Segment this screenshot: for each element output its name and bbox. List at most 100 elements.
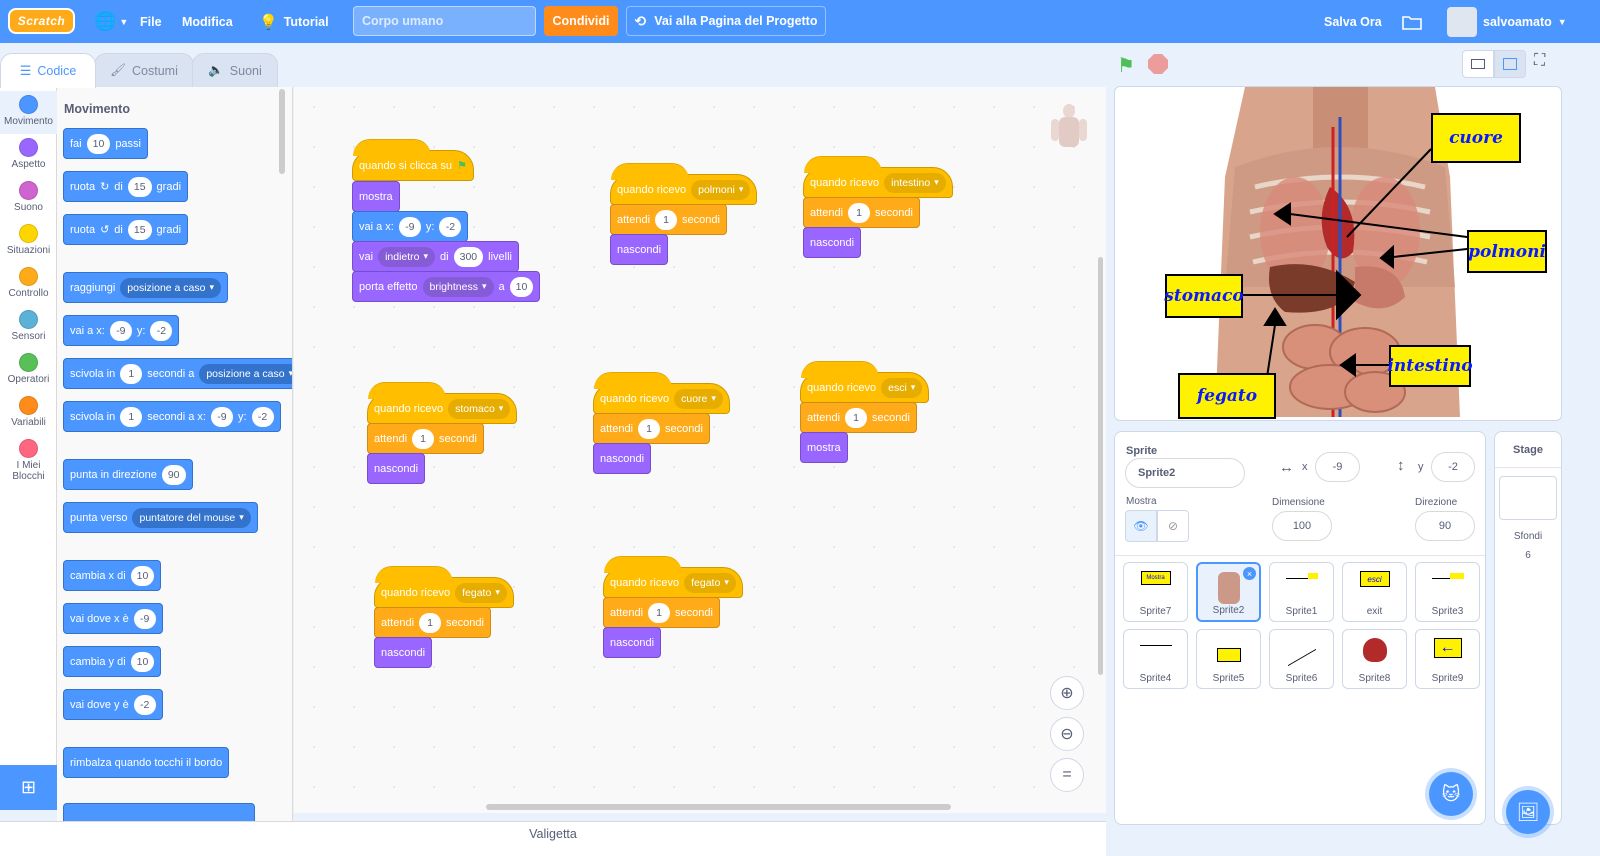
hat-when-flag-clicked[interactable]: quando si clicca su ⚑ (352, 139, 474, 181)
show-sprite-button[interactable]: 👁 (1125, 510, 1157, 542)
seconds-input[interactable]: 1 (412, 428, 435, 449)
message-dropdown[interactable]: polmoni (691, 179, 751, 200)
add-backdrop-button[interactable]: 🖼 (1506, 790, 1550, 834)
script-area[interactable]: quando si clicca su ⚑ mostra vai a x: -9 y:… (294, 87, 1106, 813)
steps-input[interactable]: 10 (86, 133, 111, 154)
share-button[interactable]: Condividi (544, 6, 618, 36)
block-point-direction[interactable]: punta in direzione 90 (63, 459, 193, 490)
direction-input[interactable]: 90 (1415, 511, 1475, 541)
block-wait[interactable]: attendi 1 secondi (593, 413, 710, 444)
hat-receive-intestino[interactable]: quando ricevo intestino (803, 156, 953, 198)
account-menu[interactable]: salvoamato ▼ (1447, 0, 1567, 43)
seconds-input[interactable]: 1 (120, 363, 143, 384)
zoom-out-button[interactable]: ⊖ (1050, 717, 1084, 751)
block-hide[interactable]: nascondi (803, 227, 862, 258)
block-change-y[interactable]: cambia y di 10 (63, 646, 162, 677)
language-menu[interactable]: 🌐 ▼ (94, 0, 128, 43)
glide-dropdown[interactable]: posizione a caso (199, 363, 292, 384)
point-towards-dropdown[interactable]: puntatore del mouse (132, 507, 251, 528)
sprite-thumb[interactable]: Mostra Sprite7 (1123, 562, 1188, 622)
message-dropdown[interactable]: stomaco (448, 398, 511, 419)
tab-code[interactable]: ☰ Codice (0, 53, 96, 88)
vertical-scrollbar[interactable] (1098, 257, 1103, 675)
sprite-thumb[interactable]: Sprite4 (1123, 629, 1188, 689)
sprite-thumb[interactable]: Sprite3 (1415, 562, 1480, 622)
hat-receive-fegato[interactable]: quando ricevo fegato (374, 566, 514, 608)
sprite-thumb[interactable]: Sprite8 (1342, 629, 1407, 689)
block-glide-xy[interactable]: scivola in 1 secondi a x: -9 y: -2 (63, 401, 281, 432)
y-set-input[interactable]: -2 (133, 694, 156, 715)
block-bounce[interactable]: rimbalza quando tocchi il bordo (63, 747, 230, 778)
category-0[interactable]: Movimento (0, 91, 57, 134)
x-input[interactable]: -9 (109, 320, 132, 341)
layers-input[interactable]: 300 (453, 246, 484, 267)
category-2[interactable]: Suono (0, 177, 57, 220)
x-set-input[interactable]: -9 (133, 608, 156, 629)
x-input[interactable]: -9 (210, 406, 233, 427)
block-turn-left[interactable]: ruota ↺ di 15 gradi (63, 214, 189, 245)
degrees-input[interactable]: 15 (127, 176, 152, 197)
hat-receive-stomaco[interactable]: quando ricevo stomaco (367, 382, 518, 424)
fullscreen-icon[interactable]: ⛶ (1534, 52, 1545, 70)
goto-dropdown[interactable]: posizione a caso (120, 277, 222, 298)
category-5[interactable]: Sensori (0, 306, 57, 349)
hide-sprite-button[interactable]: ⊘ (1157, 510, 1189, 542)
block-wait[interactable]: attendi 1 secondi (374, 607, 491, 638)
large-stage-button[interactable] (1494, 50, 1526, 78)
block-glide[interactable]: scivola in 1 secondi a posizione a caso (63, 358, 292, 389)
message-dropdown[interactable]: intestino (884, 172, 946, 193)
y-input[interactable]: -2 (439, 216, 462, 237)
degrees-input[interactable]: 15 (127, 219, 152, 240)
category-3[interactable]: Situazioni (0, 220, 57, 263)
y-change-input[interactable]: 10 (130, 651, 155, 672)
folder-icon[interactable] (1402, 0, 1422, 43)
seconds-input[interactable]: 1 (848, 202, 871, 223)
small-stage-button[interactable] (1462, 50, 1494, 78)
message-dropdown[interactable]: esci (881, 377, 923, 398)
message-dropdown[interactable]: fegato (455, 582, 507, 603)
stage-target-panel[interactable]: Stage Sfondi 6 🖼 (1494, 431, 1562, 834)
direction-input[interactable]: 90 (161, 464, 186, 485)
seconds-input[interactable]: 1 (638, 418, 661, 439)
sprite-thumb[interactable]: Sprite6 (1269, 629, 1334, 689)
sprite-thumb[interactable]: Sprite1 (1269, 562, 1334, 622)
seconds-input[interactable]: 1 (845, 407, 868, 428)
seconds-input[interactable]: 1 (120, 406, 143, 427)
block-wait[interactable]: attendi 1 secondi (803, 197, 920, 228)
project-page-button[interactable]: ⟲ Vai alla Pagina del Progetto (626, 6, 826, 36)
category-1[interactable]: Aspetto (0, 134, 57, 177)
stage-label-cuore[interactable]: cuore (1431, 113, 1521, 163)
sprite-thumb[interactable]: ← Sprite9 (1415, 629, 1480, 689)
block-set-y[interactable]: vai dove y è -2 (63, 689, 163, 720)
edit-menu[interactable]: Modifica (182, 0, 233, 43)
block-hide[interactable]: nascondi (593, 443, 652, 474)
tab-costumes[interactable]: 🖌 Costumi (94, 53, 194, 87)
block-hide[interactable]: nascondi (610, 234, 669, 265)
block-wait[interactable]: attendi 1 secondi (603, 597, 720, 628)
tab-sounds[interactable]: 🔈 Suoni (192, 53, 278, 87)
stage-thumbnail[interactable] (1499, 476, 1557, 520)
add-sprite-button[interactable]: 🐱 (1429, 772, 1473, 816)
block-point-towards[interactable]: punta verso puntatore del mouse (63, 502, 258, 533)
sprite-thumb[interactable]: Sprite5 (1196, 629, 1261, 689)
block-wait[interactable]: attendi 1 secondi (367, 423, 484, 454)
x-position-input[interactable]: -9 (1315, 452, 1360, 482)
stage-canvas[interactable]: cuore polmoni stomaco intestino fegato (1114, 86, 1562, 421)
sprite-thumb[interactable]: esci exit (1342, 562, 1407, 622)
seconds-input[interactable]: 1 (419, 612, 442, 633)
message-dropdown[interactable]: cuore (674, 388, 723, 409)
message-dropdown[interactable]: fegato (684, 572, 736, 593)
hat-receive-esci[interactable]: quando ricevo esci (800, 361, 930, 403)
category-6[interactable]: Operatori (0, 349, 57, 392)
sprite-thumb[interactable]: Sprite2 × (1196, 562, 1261, 622)
seconds-input[interactable]: 1 (655, 209, 678, 230)
block-move-steps[interactable]: fai 10 passi (63, 128, 148, 159)
block-go-layers[interactable]: vai indietro di 300 livelli (352, 241, 519, 272)
block-goto-xy[interactable]: vai a x: -9 y: -2 (352, 211, 469, 242)
horizontal-scrollbar[interactable] (486, 804, 951, 810)
x-input[interactable]: -9 (398, 216, 421, 237)
effect-input[interactable]: 10 (509, 276, 534, 297)
green-flag-icon[interactable]: ⚑ (1117, 53, 1135, 78)
scratch-logo[interactable]: Scratch (8, 8, 75, 34)
palette-scrollbar[interactable] (279, 89, 285, 174)
